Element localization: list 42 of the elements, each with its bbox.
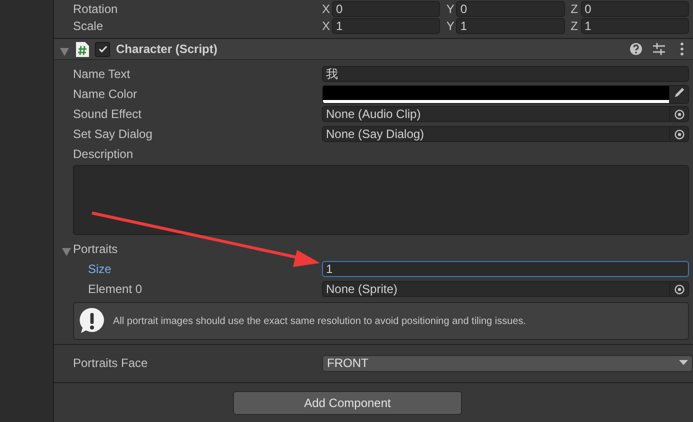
field-label: Sound Effect — [72, 107, 142, 121]
field-label: Name Text — [72, 67, 132, 81]
number-field[interactable]: 1 — [332, 18, 440, 34]
number-field[interactable]: 1 — [580, 18, 689, 34]
number-field[interactable]: 0 — [456, 0, 565, 16]
warning-icon — [77, 306, 107, 336]
object-field[interactable]: None (Audio Clip) — [322, 106, 689, 122]
field-label: Name Color — [72, 87, 138, 101]
number-field[interactable]: 0 — [580, 0, 689, 16]
axis-label: Y — [446, 2, 454, 16]
foldout-triangle-icon[interactable] — [62, 245, 71, 253]
field-label: Scale — [72, 18, 104, 32]
object-field[interactable]: None (Sprite) — [322, 281, 689, 297]
field-label: Portraits Face — [72, 356, 149, 370]
number-field[interactable]: 1 — [456, 18, 565, 34]
foldout-triangle-icon[interactable] — [60, 45, 69, 53]
field-label: Size — [87, 262, 112, 276]
caret-icon — [679, 360, 688, 366]
enabled-checkbox[interactable] — [95, 42, 110, 56]
component-title: Character (Script) — [116, 42, 218, 56]
dropdown[interactable]: FRONT — [322, 354, 693, 372]
text-field[interactable]: 1 — [322, 261, 689, 277]
field-label: Description — [72, 147, 134, 161]
help-icon[interactable] — [629, 42, 643, 56]
object-field[interactable]: None (Say Dialog) — [322, 126, 689, 142]
presets-icon[interactable] — [652, 42, 666, 56]
field-label: Element 0 — [87, 282, 144, 296]
axis-label: Y — [446, 18, 454, 32]
field-label: Set Say Dialog — [72, 127, 154, 141]
add-component-button[interactable]: Add Component — [233, 391, 462, 415]
text-field[interactable]: 我 — [322, 66, 689, 82]
axis-label: X — [322, 18, 329, 32]
script-icon — [75, 42, 89, 56]
field-label: Rotation — [72, 2, 119, 16]
axis-label: X — [322, 2, 329, 16]
axis-label: Z — [570, 18, 578, 32]
axis-label: Z — [570, 2, 578, 16]
number-field[interactable]: 0 — [332, 0, 440, 16]
checkmark-icon — [98, 44, 108, 54]
color-swatch[interactable] — [323, 86, 669, 102]
foldout-label: Portraits — [73, 242, 118, 256]
help-message: All portrait images should use the exact same resolution to avoid positioning and tiling issues. — [113, 316, 526, 326]
